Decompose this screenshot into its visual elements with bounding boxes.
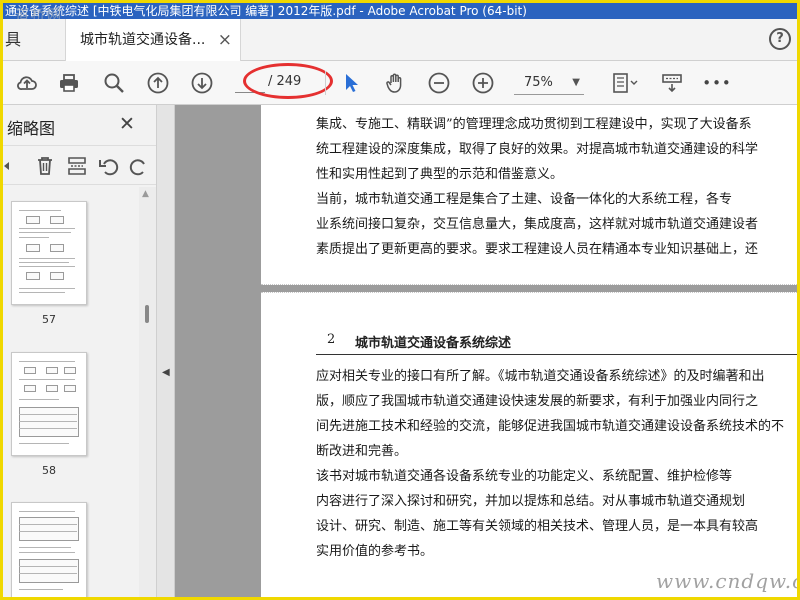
page-text-line: 内容进行了深入探讨和研究，并加以提炼和总结。对从事城市轨道交通规划 — [316, 494, 746, 509]
page-text-line: 版，顺应了我国城市轨道交通建设快速发展的新要求，有利于加强业内同行之 — [316, 394, 759, 409]
page-text-line: 应对相关专业的接口有所了解。《城市轨道交通设备系统综述》的及时编著和出 — [316, 369, 765, 384]
zoom-level-value: 75% — [524, 75, 553, 90]
panel-collapse-strip[interactable]: ◀ — [157, 105, 175, 597]
undo-icon[interactable] — [97, 154, 121, 178]
page-thumbnail[interactable] — [11, 502, 87, 597]
close-panel-icon[interactable]: ✕ — [119, 113, 135, 135]
scroll-mode-icon[interactable] — [658, 69, 686, 97]
header-rule — [316, 354, 797, 355]
page-text-line: 间先进施工技术和经验的交流，能够促进我国城市轨道交通建设设备系统技术的不 — [316, 419, 785, 434]
page-down-icon[interactable] — [188, 69, 216, 97]
thumbnail-list: 57 58 — [3, 187, 139, 597]
thumbnail-toolbar — [3, 145, 156, 185]
zoom-in-icon[interactable] — [469, 69, 497, 97]
print-icon[interactable] — [55, 69, 83, 97]
main-toolbar: / 249 75% ▼ ••• — [3, 61, 797, 105]
tab-document[interactable]: 城市轨道交通设备... × — [65, 19, 241, 61]
page-thumbnail[interactable] — [11, 201, 87, 305]
running-header-page-number: 2 — [327, 332, 336, 347]
thumbnail-scrollbar[interactable]: ▲ — [139, 187, 156, 597]
scrollbar-thumb[interactable] — [145, 305, 149, 323]
page-number-highlight-annotation — [243, 63, 333, 99]
running-header-title: 城市轨道交通设备系统综述 — [355, 336, 512, 351]
panel-title: 缩略图 — [7, 119, 56, 138]
hand-icon[interactable] — [381, 69, 409, 97]
page-up-icon[interactable] — [144, 69, 172, 97]
window-title-bar: 通设备系统综述 [中铁电气化局集团有限公司 编著] 2012年版.pdf - A… — [3, 3, 797, 19]
delete-icon[interactable] — [33, 154, 57, 178]
tab-tools[interactable]: 具 — [3, 19, 63, 61]
page-text-line: 性和实用性起到了典型的示范和借鉴意义。 — [316, 167, 564, 182]
document-page: 集成、专施工、精联调”的管理理念成功贯彻到工程建设中，实现了大设备系 统工程建设… — [261, 105, 797, 285]
chevron-down-icon: ▼ — [572, 77, 580, 88]
tab-document-label: 城市轨道交通设备... — [80, 32, 206, 48]
document-page: 2 城市轨道交通设备系统综述 应对相关专业的接口有所了解。《城市轨道交通设备系统… — [261, 292, 797, 597]
page-thumbnail[interactable] — [11, 352, 87, 456]
page-text-line: 该书对城市轨道交通各设备系统专业的功能定义、系统配置、维护检修等 — [316, 469, 733, 484]
more-icon[interactable]: ••• — [702, 69, 731, 97]
thumbnails-panel: 缩略图 ✕ 57 58 ▲ — [3, 105, 157, 597]
thumbnail-page-number: 58 — [42, 464, 56, 477]
document-view[interactable]: 集成、专施工、精联调”的管理理念成功贯彻到工程建设中，实现了大设备系 统工程建设… — [175, 105, 797, 597]
select-cursor-icon[interactable] — [337, 69, 365, 97]
page-text-line: 素质提出了更新更高的要求。要求工程建设人员在精通本专业知识基础上，还 — [316, 242, 759, 257]
page-text-line: 断改进和完善。 — [316, 444, 408, 459]
page-edge — [261, 292, 797, 293]
page-text-line: 集成、专施工、精联调”的管理理念成功贯彻到工程建设中，实现了大设备系 — [316, 117, 752, 132]
fit-page-icon[interactable] — [607, 69, 643, 97]
redo-icon[interactable] — [127, 154, 151, 178]
page-text-line: 统工程建设的深度集成，取得了良好的效果。对提高城市轨道交通建设的科学 — [316, 142, 759, 157]
close-tab-icon[interactable]: × — [218, 19, 232, 61]
page-text-line: 当前，城市轨道交通工程是集合了土建、设备一体化的大系统工程，各专 — [316, 192, 733, 207]
search-icon[interactable] — [100, 69, 128, 97]
page-text-line: 业系统间接口复杂，交互信息量大，集成度高，这样就对城市轨道交通建设者 — [316, 217, 759, 232]
zoom-level-select[interactable]: 75% ▼ — [514, 71, 584, 95]
toolbar-divider — [325, 71, 326, 95]
site-watermark: www.cndqw.com — [656, 569, 797, 593]
collapse-panel-arrow-icon[interactable]: ◀ — [162, 367, 170, 378]
page-text-line: 实用价值的参考书。 — [316, 544, 434, 559]
options-icon[interactable] — [3, 154, 19, 178]
tab-bar: 具 城市轨道交通设备... × ? — [3, 19, 797, 61]
zoom-out-icon[interactable] — [425, 69, 453, 97]
page-edge — [261, 284, 797, 285]
acrobat-window: 通设备系统综述 [中铁电气化局集团有限公司 编著] 2012年版.pdf - A… — [3, 3, 797, 597]
window-title: 通设备系统综述 [中铁电气化局集团有限公司 编著] 2012年版.pdf - A… — [5, 4, 527, 18]
help-button[interactable]: ? — [769, 28, 791, 50]
extract-icon[interactable] — [65, 154, 89, 178]
scroll-up-arrow-icon[interactable]: ▲ — [142, 189, 149, 199]
upload-icon[interactable] — [13, 69, 41, 97]
page-text-line: 设计、研究、制造、施工等有关领域的相关技术、管理人员，是一本具有较高 — [316, 519, 759, 534]
thumbnail-page-number: 57 — [42, 313, 56, 326]
